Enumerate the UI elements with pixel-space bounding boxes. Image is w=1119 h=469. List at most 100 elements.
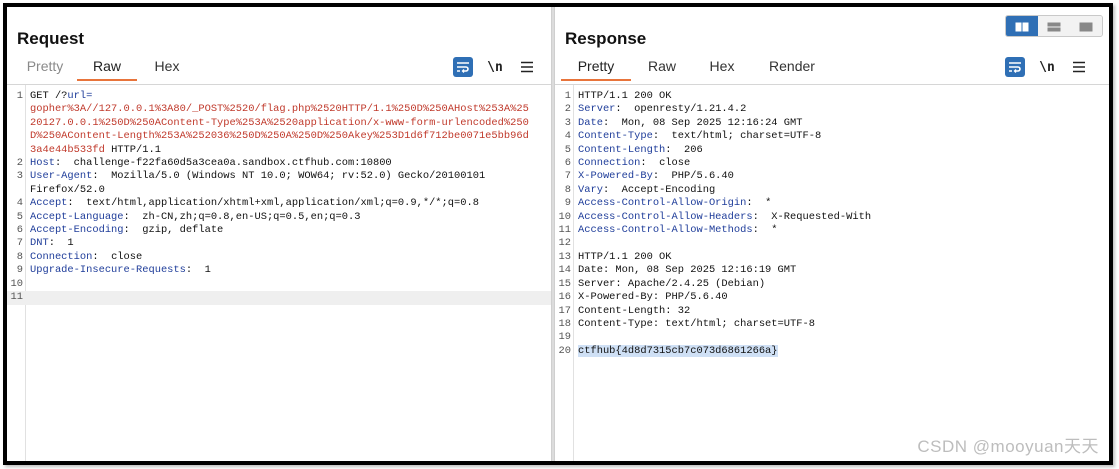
request-wrap-toggle[interactable] bbox=[453, 57, 473, 77]
response-pane: Response Pretty Raw Hex Render \n 1 HTTP/… bbox=[555, 7, 1109, 461]
request-newline-toggle[interactable]: \n bbox=[485, 57, 505, 77]
code-text: D%250AContent-Length%253A%252036%250D%25… bbox=[30, 130, 529, 143]
response-code-line[interactable]: 14 Date: Mon, 08 Sep 2025 12:16:19 GMT bbox=[555, 264, 1109, 277]
response-tab-raw[interactable]: Raw bbox=[631, 55, 693, 81]
line-number: 5 bbox=[16, 210, 23, 223]
request-title: Request bbox=[17, 29, 85, 48]
word-wrap-icon bbox=[1005, 57, 1025, 77]
header-name: Content-Length bbox=[578, 143, 666, 156]
line-text bbox=[26, 278, 551, 291]
code-text: : 1 bbox=[48, 237, 74, 250]
line-number: 8 bbox=[564, 183, 571, 196]
response-code-line[interactable]: 8 Vary: Accept-Encoding bbox=[555, 184, 1109, 197]
line-number bbox=[7, 184, 26, 197]
request-code-line[interactable]: 3 User-Agent: Mozilla/5.0 (Windows NT 10.… bbox=[7, 170, 551, 183]
header-name: Vary bbox=[578, 183, 603, 196]
response-code-line[interactable]: 19 bbox=[555, 331, 1109, 344]
layout-stacked-icon[interactable] bbox=[1038, 16, 1070, 36]
header-name: Access-Control-Allow-Origin bbox=[578, 197, 747, 210]
response-code-line[interactable]: 5 Content-Length: 206 bbox=[555, 144, 1109, 157]
line-text: ctfhub{4d8d7315cb7c073d6861266a} bbox=[574, 344, 1109, 358]
response-code-line[interactable]: 1 HTTP/1.1 200 OK bbox=[555, 90, 1109, 103]
request-code-line[interactable]: 6 Accept-Encoding: gzip, deflate bbox=[7, 224, 551, 237]
response-newline-toggle[interactable]: \n bbox=[1037, 57, 1057, 77]
response-code-line[interactable]: 16 X-Powered-By: PHP/5.6.40 bbox=[555, 291, 1109, 304]
response-editor[interactable]: 1 HTTP/1.1 200 OK 2 Server: openresty/1.21.… bbox=[555, 84, 1109, 461]
response-code-line[interactable]: 4 Content-Type: text/html; charset=UTF-8 bbox=[555, 130, 1109, 143]
line-text: Access-Control-Allow-Methods: * bbox=[574, 224, 1109, 237]
request-tab-raw[interactable]: Raw bbox=[77, 55, 137, 81]
response-code-line[interactable]: 20 ctfhub{4d8d7315cb7c073d6861266a} bbox=[555, 344, 1109, 358]
request-tab-pretty[interactable]: Pretty bbox=[13, 55, 77, 81]
code-text: : Mon, 08 Sep 2025 12:16:24 GMT bbox=[602, 116, 803, 129]
response-code-line[interactable]: 15 Server: Apache/2.4.25 (Debian) bbox=[555, 278, 1109, 291]
request-code-line[interactable]: 11 bbox=[7, 291, 551, 305]
request-code-line[interactable]: 7 DNT: 1 bbox=[7, 237, 551, 250]
line-number: 18 bbox=[558, 317, 571, 330]
response-code-line[interactable]: 6 Connection: close bbox=[555, 157, 1109, 170]
request-code-line[interactable]: gopher%3A//127.0.0.1%3A80/_POST%2520/fla… bbox=[7, 103, 551, 116]
line-number bbox=[7, 130, 26, 143]
header-name: url= bbox=[67, 90, 93, 102]
code-text: : * bbox=[746, 197, 772, 210]
line-text: GET /?url= bbox=[26, 90, 551, 103]
response-code-line[interactable]: 3 Date: Mon, 08 Sep 2025 12:16:24 GMT bbox=[555, 117, 1109, 130]
response-code-line[interactable]: 11 Access-Control-Allow-Methods: * bbox=[555, 224, 1109, 237]
code-text: : 206 bbox=[665, 143, 703, 156]
line-number: 1 bbox=[564, 90, 571, 102]
request-code-line[interactable]: 9 Upgrade-Insecure-Requests: 1 bbox=[7, 264, 551, 277]
line-text: Date: Mon, 08 Sep 2025 12:16:24 GMT bbox=[574, 117, 1109, 130]
code-text: Server: Apache/2.4.25 (Debian) bbox=[578, 277, 766, 290]
request-code-line[interactable]: 5 Accept-Language: zh-CN,zh;q=0.8,en-US;q… bbox=[7, 211, 551, 224]
line-text: D%250AContent-Length%253A%252036%250D%25… bbox=[26, 130, 551, 143]
request-code-line[interactable]: 10 bbox=[7, 278, 551, 291]
header-name: Date bbox=[578, 116, 603, 129]
line-number: 2 bbox=[564, 103, 571, 116]
code-text: X-Powered-By: PHP/5.6.40 bbox=[578, 291, 728, 304]
line-number: 12 bbox=[558, 237, 571, 250]
line-number bbox=[7, 144, 26, 157]
response-wrap-toggle[interactable] bbox=[1005, 57, 1025, 77]
request-code-line[interactable]: 20127.0.0.1%250D%250AContent-Type%253A%2… bbox=[7, 117, 551, 130]
response-menu-icon[interactable] bbox=[1069, 57, 1089, 77]
request-code-line[interactable]: 2 Host: challenge-f22fa60d5a3cea0a.sandbo… bbox=[7, 157, 551, 170]
line-number: 10 bbox=[10, 277, 23, 290]
line-text: Firefox/52.0 bbox=[26, 184, 551, 197]
request-tab-hex[interactable]: Hex bbox=[137, 55, 197, 81]
response-code-line[interactable]: 13 HTTP/1.1 200 OK bbox=[555, 251, 1109, 264]
header-name: Upgrade-Insecure-Requests bbox=[30, 264, 186, 277]
response-code-line[interactable]: 10 Access-Control-Allow-Headers: X-Reques… bbox=[555, 211, 1109, 224]
request-toolbar: \n bbox=[453, 57, 537, 77]
header-name: Connection bbox=[578, 157, 641, 170]
request-menu-icon[interactable] bbox=[517, 57, 537, 77]
request-code-line[interactable]: Firefox/52.0 bbox=[7, 184, 551, 197]
response-code-line[interactable]: 7 X-Powered-By: PHP/5.6.40 bbox=[555, 170, 1109, 183]
response-toolbar: \n bbox=[1005, 57, 1089, 77]
layout-side-by-side-icon[interactable] bbox=[1006, 16, 1038, 36]
code-text: Content-Length: 32 bbox=[578, 304, 691, 317]
line-number: 4 bbox=[16, 197, 23, 210]
layout-switch bbox=[1005, 15, 1103, 37]
code-text: gopher%3A//127.0.0.1%3A80/_POST%2520/fla… bbox=[30, 103, 529, 116]
response-tab-pretty[interactable]: Pretty bbox=[561, 55, 631, 81]
request-code-line[interactable]: 8 Connection: close bbox=[7, 251, 551, 264]
request-code-line[interactable]: 4 Accept: text/html,application/xhtml+xml… bbox=[7, 197, 551, 210]
layout-tabs-icon[interactable] bbox=[1070, 16, 1102, 36]
response-code-line[interactable]: 18 Content-Type: text/html; charset=UTF-8 bbox=[555, 318, 1109, 331]
line-number: 6 bbox=[16, 224, 23, 237]
response-code-line[interactable]: 9 Access-Control-Allow-Origin: * bbox=[555, 197, 1109, 210]
request-code-line[interactable]: 1 GET /?url= bbox=[7, 90, 551, 103]
line-text: Host: challenge-f22fa60d5a3cea0a.sandbox… bbox=[26, 157, 551, 170]
request-editor[interactable]: 1 GET /?url= gopher%3A//127.0.0.1%3A80/_PO… bbox=[7, 84, 551, 461]
response-code-line[interactable]: 2 Server: openresty/1.21.4.2 bbox=[555, 103, 1109, 116]
request-code-line[interactable]: 3a4e44b533fd HTTP/1.1 bbox=[7, 144, 551, 157]
line-text: Server: Apache/2.4.25 (Debian) bbox=[574, 278, 1109, 291]
line-text: Vary: Accept-Encoding bbox=[574, 184, 1109, 197]
request-code-line[interactable]: D%250AContent-Length%253A%252036%250D%25… bbox=[7, 130, 551, 143]
response-tab-hex[interactable]: Hex bbox=[693, 55, 751, 81]
response-code-line[interactable]: 17 Content-Length: 32 bbox=[555, 305, 1109, 318]
response-tab-render[interactable]: Render bbox=[751, 55, 833, 81]
line-text: Server: openresty/1.21.4.2 bbox=[574, 103, 1109, 116]
selected-flag-text: ctfhub{4d8d7315cb7c073d6861266a} bbox=[578, 344, 778, 357]
response-code-line[interactable]: 12 bbox=[555, 237, 1109, 250]
